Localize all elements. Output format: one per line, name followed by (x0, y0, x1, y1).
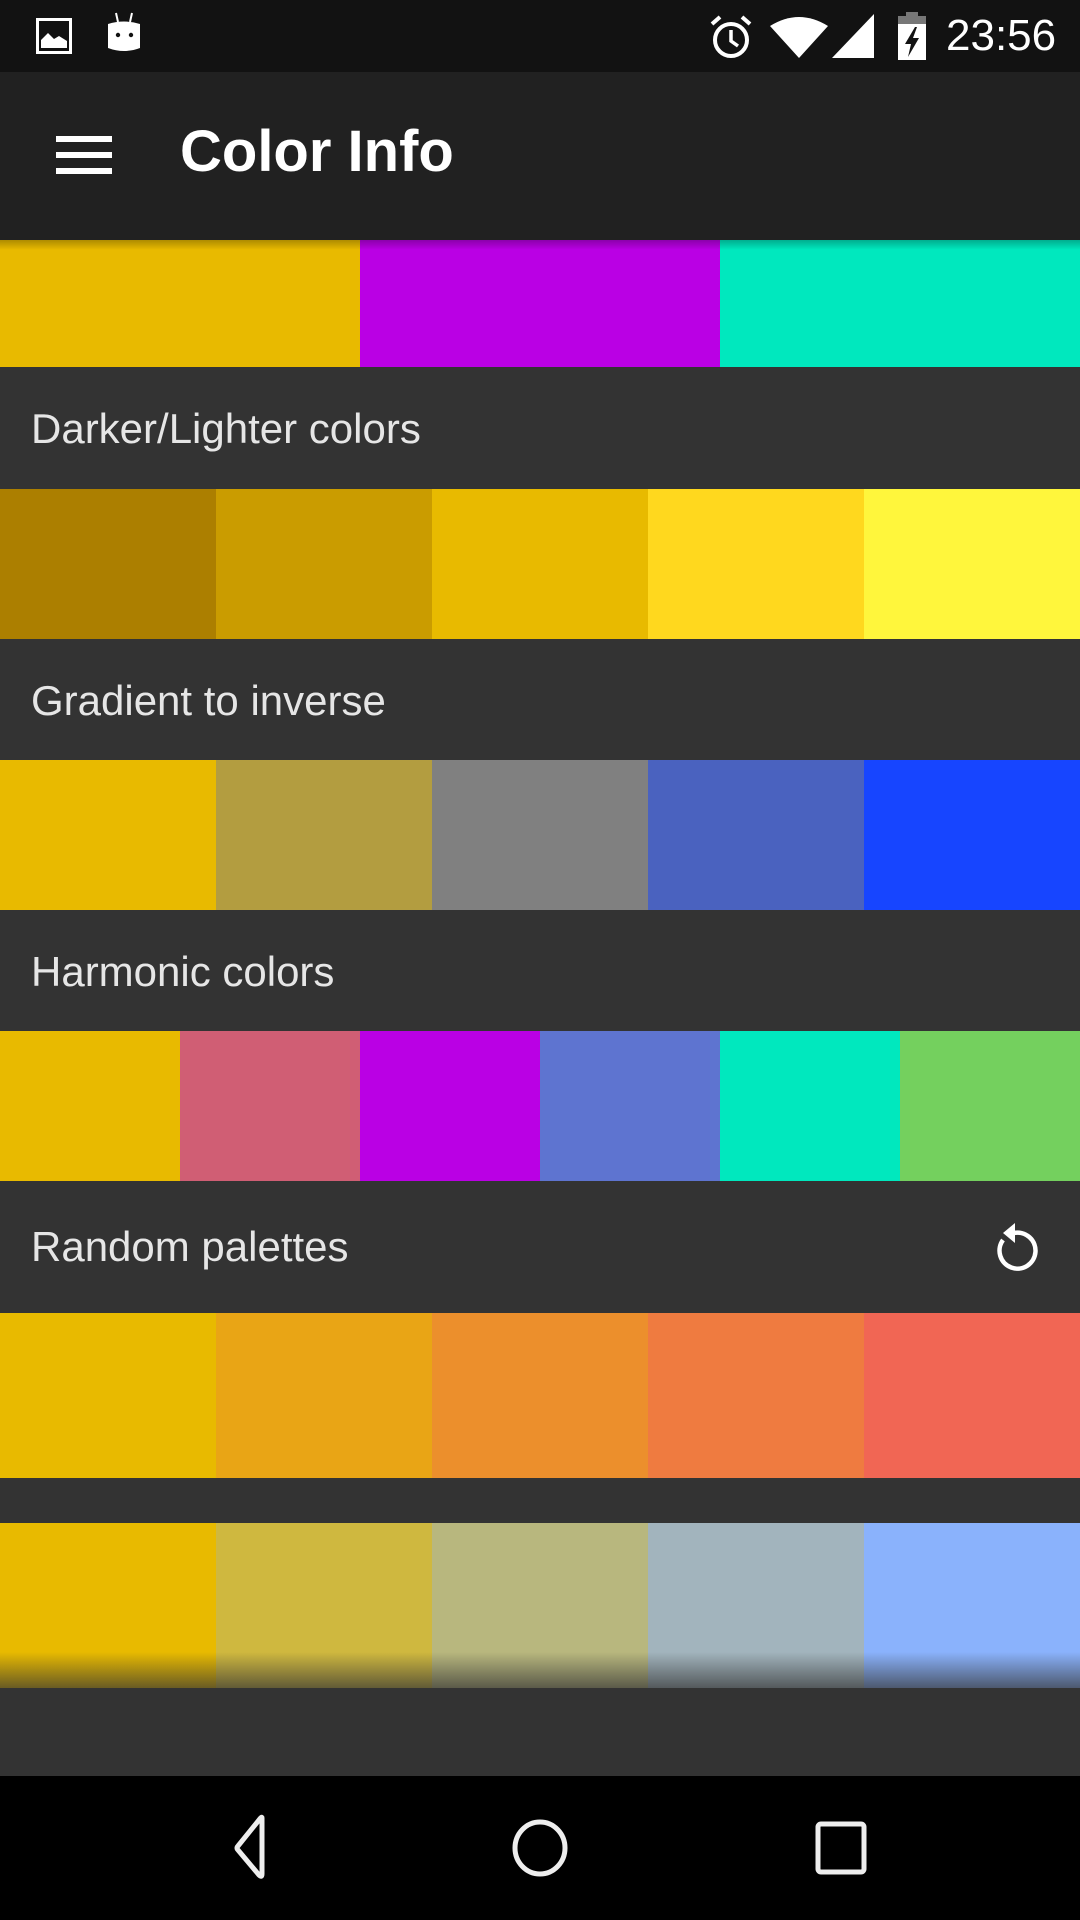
color-swatch[interactable] (648, 1313, 864, 1478)
harmonic-row (0, 1031, 1080, 1181)
color-swatch[interactable] (0, 760, 216, 910)
color-swatch[interactable] (0, 1523, 216, 1688)
color-swatch[interactable] (648, 760, 864, 910)
color-swatch[interactable] (720, 1031, 900, 1181)
back-icon (234, 1814, 265, 1879)
alarm-icon (710, 15, 752, 58)
color-swatch[interactable] (720, 240, 1080, 367)
menu-button[interactable] (40, 112, 128, 184)
status-bar: 23:56 (0, 0, 1080, 72)
color-swatch[interactable] (216, 1313, 432, 1478)
battery-charging-icon (898, 12, 926, 60)
color-swatch[interactable] (216, 760, 432, 910)
refresh-palettes-button[interactable] (972, 1203, 1056, 1287)
color-swatch[interactable] (0, 240, 360, 367)
darker-lighter-row (0, 489, 1080, 639)
color-swatch[interactable] (864, 1523, 1080, 1688)
refresh-icon (997, 1223, 1038, 1271)
recents-icon (815, 1821, 867, 1875)
section-title: Gradient to inverse (31, 677, 386, 724)
color-swatch[interactable] (900, 1031, 1080, 1181)
color-swatch[interactable] (432, 489, 648, 639)
app-bar: Color Info (0, 72, 1080, 240)
section-title: Harmonic colors (31, 948, 335, 995)
color-swatch[interactable] (540, 1031, 720, 1181)
status-time: 23:56 (946, 11, 1057, 60)
color-swatch[interactable] (0, 1031, 180, 1181)
color-swatch[interactable] (864, 760, 1080, 910)
color-swatch[interactable] (432, 1523, 648, 1688)
section-title: Random palettes (31, 1223, 349, 1270)
main-colors-row (0, 240, 1080, 367)
color-info-content[interactable]: Darker/Lighter colors Gradient to invers… (0, 240, 1080, 1776)
color-swatch[interactable] (216, 1523, 432, 1688)
color-swatch[interactable] (864, 1313, 1080, 1478)
image-icon (36, 18, 72, 54)
navigation-bar (0, 1776, 1080, 1920)
app-title: Color Info (180, 119, 454, 184)
color-swatch[interactable] (432, 1313, 648, 1478)
palette-spacer (0, 1478, 1080, 1523)
color-swatch[interactable] (648, 1523, 864, 1688)
cell-signal-icon (832, 14, 874, 58)
section-header-random-palettes: Random palettes (0, 1181, 1080, 1313)
color-swatch[interactable] (0, 1313, 216, 1478)
section-header-gradient-inverse: Gradient to inverse (0, 639, 1080, 760)
section-header-darker-lighter: Darker/Lighter colors (0, 367, 1080, 489)
wifi-icon (770, 17, 828, 58)
back-button[interactable] (180, 1812, 300, 1884)
color-swatch[interactable] (360, 240, 720, 367)
gradient-inverse-row (0, 760, 1080, 910)
color-swatch[interactable] (180, 1031, 360, 1181)
android-icon (108, 12, 140, 51)
color-swatch[interactable] (432, 760, 648, 910)
color-swatch[interactable] (360, 1031, 540, 1181)
color-swatch[interactable] (648, 489, 864, 639)
home-icon (512, 1819, 568, 1877)
random-palette-row (0, 1313, 1080, 1478)
color-swatch[interactable] (216, 489, 432, 639)
section-title: Darker/Lighter colors (31, 405, 421, 452)
home-button[interactable] (480, 1812, 600, 1884)
color-swatch[interactable] (864, 489, 1080, 639)
color-swatch[interactable] (0, 489, 216, 639)
section-header-harmonic: Harmonic colors (0, 910, 1080, 1031)
recents-button[interactable] (780, 1812, 900, 1884)
random-palette-row (0, 1523, 1080, 1688)
